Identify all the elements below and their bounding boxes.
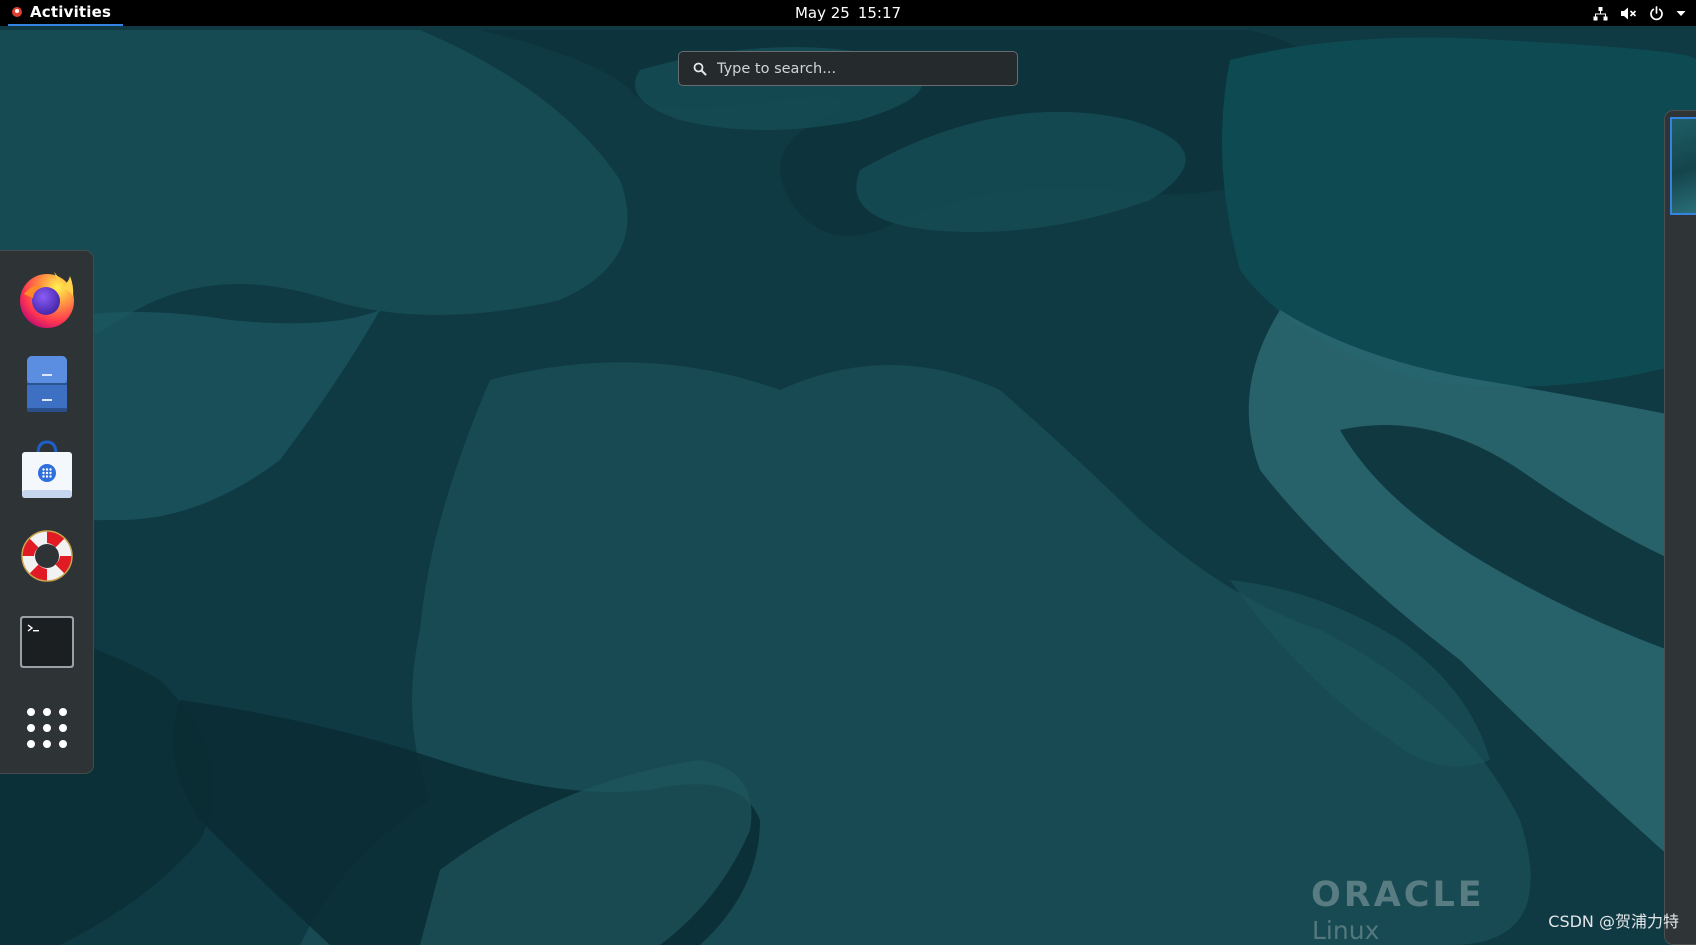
dash-item-show-applications[interactable] (14, 695, 80, 761)
dash-item-terminal[interactable] (14, 609, 80, 675)
search-entry[interactable] (678, 51, 1018, 86)
help-icon (21, 530, 73, 582)
dash-item-help[interactable] (14, 523, 80, 589)
activities-button[interactable]: Activities (8, 0, 124, 26)
terminal-icon (20, 616, 74, 668)
dash-item-software[interactable] (14, 437, 80, 503)
top-bar: Activities May 25 15:17 (0, 0, 1696, 26)
search-input[interactable] (717, 60, 987, 77)
firefox-icon (20, 272, 74, 328)
volume-muted-icon (1621, 7, 1637, 19)
files-icon (27, 356, 67, 412)
search-icon (693, 62, 707, 75)
clock-time: 15:17 (857, 4, 902, 22)
caret-down-icon (1676, 11, 1686, 16)
system-menu[interactable] (1593, 0, 1686, 26)
workspace-thumbnail[interactable] (1670, 117, 1696, 215)
desktop-wallpaper (0, 0, 1696, 945)
activities-label: Activities (30, 3, 112, 21)
workspace-switcher (1664, 110, 1696, 945)
csdn-watermark: CSDN @贺浦力特 (1548, 912, 1679, 931)
clock[interactable]: May 25 15:17 (795, 0, 901, 26)
distro-logo-icon (12, 7, 22, 17)
oracle-logo: ORACLE (1311, 875, 1485, 915)
software-icon (22, 440, 72, 498)
dash (0, 250, 94, 774)
network-icon (1593, 6, 1608, 20)
linux-logo-text: Linux (1312, 916, 1380, 945)
dash-item-files[interactable] (14, 351, 80, 417)
show-applications-icon (27, 708, 67, 748)
dash-item-firefox[interactable] (14, 265, 80, 331)
clock-date: May 25 (794, 4, 850, 22)
power-icon (1650, 5, 1663, 20)
